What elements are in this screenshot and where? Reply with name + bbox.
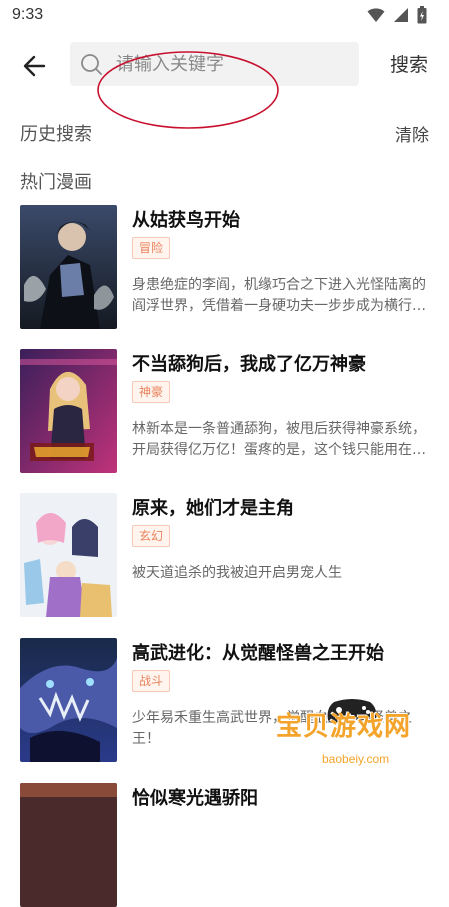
comic-list-item[interactable]: 高武进化：从觉醒怪兽之王开始 战斗 少年易禾重生高武世界，觉醒血脉模板怪兽之王！ xyxy=(20,638,435,762)
status-time: 9:33 xyxy=(12,6,44,23)
history-section-title: 历史搜索 xyxy=(20,124,92,145)
status-icons xyxy=(367,6,427,24)
signal-icon xyxy=(394,8,408,22)
comic-title: 不当舔狗后，我成了亿万神豪 xyxy=(132,354,366,375)
comic-tag: 冒险 xyxy=(132,237,171,259)
comic-list-item[interactable]: 原来，她们才是主角 玄幻 被天道追杀的我被迫开启男宠人生 xyxy=(20,493,435,617)
comic-description: 少年易禾重生高武世界，觉醒血脉模板怪兽之王！ xyxy=(132,710,412,747)
comic-cover[interactable] xyxy=(20,493,117,617)
comic-cover[interactable] xyxy=(20,205,117,329)
back-button[interactable] xyxy=(18,48,54,84)
comic-list-item[interactable]: 恰似寒光遇骄阳 xyxy=(20,783,435,907)
comic-cover[interactable] xyxy=(20,638,117,762)
wifi-icon xyxy=(367,8,385,22)
search-input[interactable] xyxy=(116,42,346,86)
comic-description: 林新本是一条普通舔狗，被甩后获得神豪系统，开局获得亿万亿！蛋疼的是，这个钱只能用… xyxy=(132,421,426,458)
hot-section-title: 热门漫画 xyxy=(20,172,92,193)
comic-list-item[interactable]: 不当舔狗后，我成了亿万神豪 神豪 林新本是一条普通舔狗，被甩后获得神豪系统，开局… xyxy=(20,349,435,473)
comic-tag: 战斗 xyxy=(132,670,171,692)
comic-list-item[interactable]: 从姑获鸟开始 冒险 身患绝症的李阎，机缘巧合之下进入光怪陆离的阎浮世界，凭借着一… xyxy=(20,205,435,329)
search-box[interactable] xyxy=(70,42,359,86)
search-icon xyxy=(81,54,102,75)
comic-description: 被天道追杀的我被迫开启男宠人生 xyxy=(132,565,342,581)
comic-title: 恰似寒光遇骄阳 xyxy=(132,788,258,809)
comic-tag: 神豪 xyxy=(132,381,171,403)
comic-tag: 玄幻 xyxy=(132,525,171,547)
search-button[interactable]: 搜索 xyxy=(378,50,440,80)
comic-description: 身患绝症的李阎，机缘巧合之下进入光怪陆离的阎浮世界，凭借着一身硬功夫一步步成为横… xyxy=(132,277,426,314)
clear-history-button[interactable]: 清除 xyxy=(395,121,429,146)
comic-title: 高武进化：从觉醒怪兽之王开始 xyxy=(132,643,384,664)
comic-title: 从姑获鸟开始 xyxy=(132,210,240,231)
comic-cover[interactable] xyxy=(20,349,117,473)
battery-icon xyxy=(417,6,427,24)
comic-title: 原来，她们才是主角 xyxy=(132,498,294,519)
status-bar: 9:33 xyxy=(0,0,449,32)
comic-cover[interactable] xyxy=(20,783,117,907)
arrow-left-icon xyxy=(23,55,46,77)
